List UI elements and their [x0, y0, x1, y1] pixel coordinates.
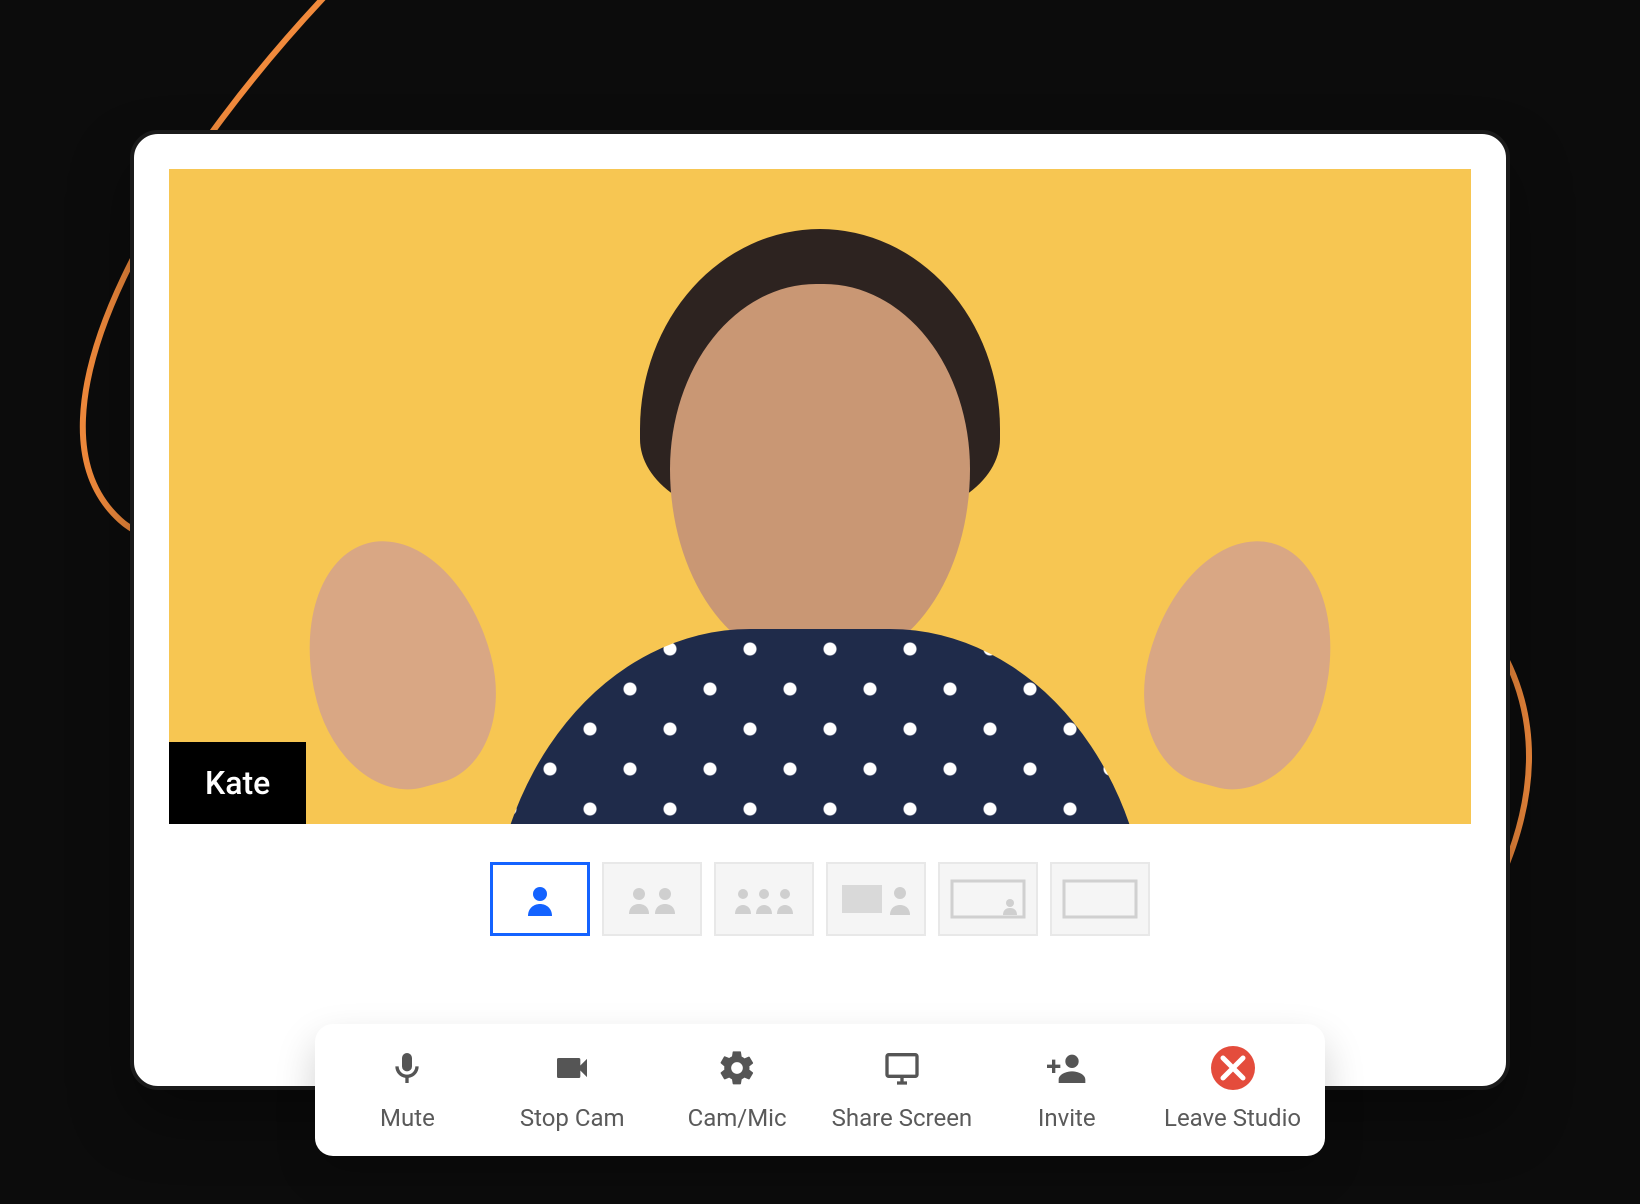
- screen-icon: [880, 1046, 924, 1090]
- layout-option-three-up[interactable]: [714, 862, 814, 936]
- studio-window: Kate: [130, 130, 1510, 1090]
- close-circle-icon: [1211, 1046, 1255, 1090]
- screen-only-icon: [1060, 877, 1140, 921]
- add-user-icon: [1045, 1046, 1089, 1090]
- invite-button[interactable]: Invite: [984, 1046, 1149, 1132]
- gear-icon: [715, 1046, 759, 1090]
- layout-option-screen-with-speaker[interactable]: [826, 862, 926, 936]
- share-screen-label: Share Screen: [832, 1104, 973, 1132]
- two-person-icon: [622, 884, 682, 914]
- leave-studio-label: Leave Studio: [1164, 1104, 1301, 1132]
- layout-option-single[interactable]: [490, 862, 590, 936]
- layout-picker: [169, 862, 1471, 936]
- call-toolbar: Mute Stop Cam Cam/Mic Share Screen Invit: [315, 1024, 1325, 1156]
- screen-speaker-icon: [836, 877, 916, 921]
- layout-option-screen-only[interactable]: [1050, 862, 1150, 936]
- mic-icon: [385, 1046, 429, 1090]
- mute-button[interactable]: Mute: [325, 1046, 490, 1132]
- screen-thumb-icon: [948, 877, 1028, 921]
- layout-option-screen-with-thumb[interactable]: [938, 862, 1038, 936]
- three-person-icon: [729, 884, 799, 914]
- cam-mic-label: Cam/Mic: [688, 1104, 787, 1132]
- participant-name: Kate: [205, 764, 270, 802]
- participant-video: [390, 169, 1250, 824]
- layout-option-two-up[interactable]: [602, 862, 702, 936]
- share-screen-button[interactable]: Share Screen: [819, 1046, 984, 1132]
- mute-label: Mute: [380, 1104, 435, 1132]
- video-stage: Kate: [169, 169, 1471, 824]
- camera-icon: [550, 1046, 594, 1090]
- cam-mic-settings-button[interactable]: Cam/Mic: [655, 1046, 820, 1132]
- participant-name-tag: Kate: [169, 742, 306, 824]
- stop-cam-button[interactable]: Stop Cam: [490, 1046, 655, 1132]
- stop-cam-label: Stop Cam: [520, 1104, 625, 1132]
- single-person-icon: [520, 882, 560, 916]
- invite-label: Invite: [1038, 1104, 1096, 1132]
- leave-studio-button[interactable]: Leave Studio: [1149, 1046, 1315, 1132]
